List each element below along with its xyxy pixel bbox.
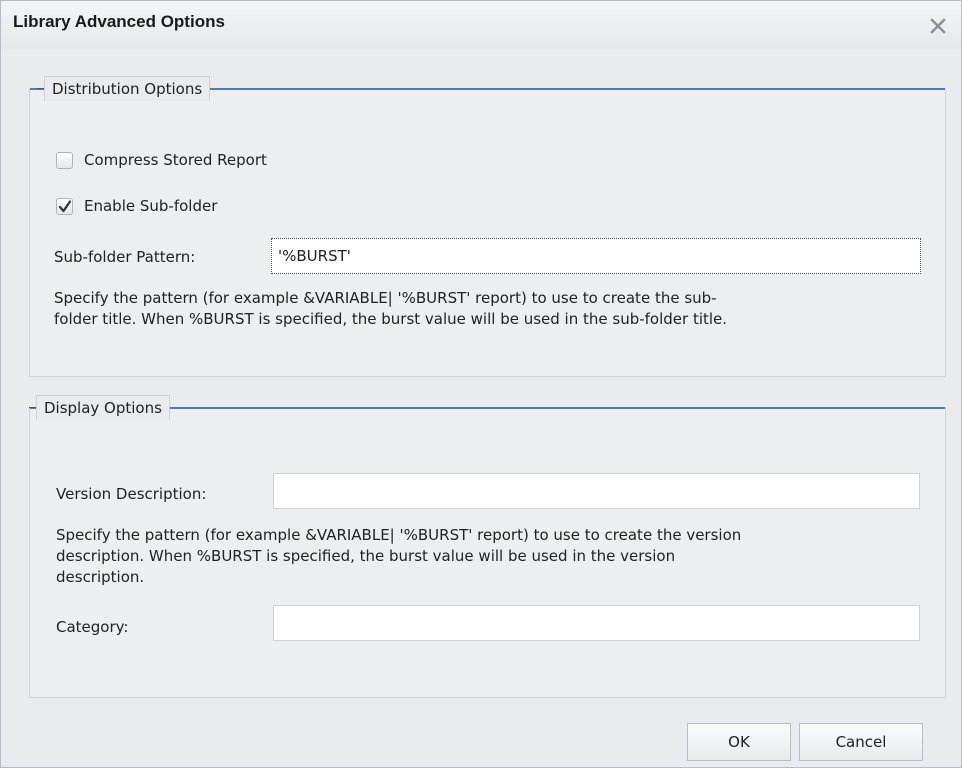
subfolder-pattern-input[interactable] xyxy=(271,238,921,274)
display-options-legend: Display Options xyxy=(29,395,170,420)
category-input[interactable] xyxy=(273,605,920,641)
category-label: Category: xyxy=(56,618,129,636)
cancel-button[interactable]: Cancel xyxy=(799,723,923,761)
close-icon[interactable] xyxy=(927,15,949,37)
checkmark-icon xyxy=(58,199,72,212)
subfolder-help-line-2: folder title. When %BURST is specified, … xyxy=(54,310,728,328)
distribution-options-title: Distribution Options xyxy=(52,80,203,98)
version-help-line-1: Specify the pattern (for example &VARIAB… xyxy=(56,526,742,544)
distribution-options-group: Distribution Options Compress Stored Rep… xyxy=(29,76,946,377)
legend-tick xyxy=(37,88,44,89)
distribution-options-legend: Distribution Options xyxy=(37,76,211,101)
compress-stored-report-checkbox[interactable] xyxy=(56,151,73,169)
version-help-line-2: description. When %BURST is specified, t… xyxy=(56,547,676,565)
enable-subfolder-label: Enable Sub-folder xyxy=(84,197,218,215)
version-description-label: Version Description: xyxy=(56,485,207,503)
version-help-line-3: description. xyxy=(56,568,145,586)
title-bar: Library Advanced Options xyxy=(1,1,961,49)
subfolder-pattern-label: Sub-folder Pattern: xyxy=(54,248,196,266)
display-options-group: Display Options Version Description: Spe… xyxy=(29,395,946,698)
compress-stored-report-row[interactable]: Compress Stored Report xyxy=(56,151,267,169)
subfolder-help-line-1: Specify the pattern (for example &VARIAB… xyxy=(54,289,717,307)
enable-subfolder-checkbox[interactable] xyxy=(56,197,73,215)
compress-stored-report-label: Compress Stored Report xyxy=(84,151,267,169)
enable-subfolder-row[interactable]: Enable Sub-folder xyxy=(56,197,217,215)
ok-button[interactable]: OK xyxy=(687,723,791,761)
dialog-title: Library Advanced Options xyxy=(13,12,225,31)
legend-tick xyxy=(29,407,36,408)
display-options-title: Display Options xyxy=(44,399,162,417)
library-advanced-options-dialog: Library Advanced Options Distribution Op… xyxy=(0,0,962,768)
version-description-help: Specify the pattern (for example &VARIAB… xyxy=(56,525,936,588)
subfolder-pattern-help: Specify the pattern (for example &VARIAB… xyxy=(54,288,934,330)
version-description-input[interactable] xyxy=(273,473,920,509)
